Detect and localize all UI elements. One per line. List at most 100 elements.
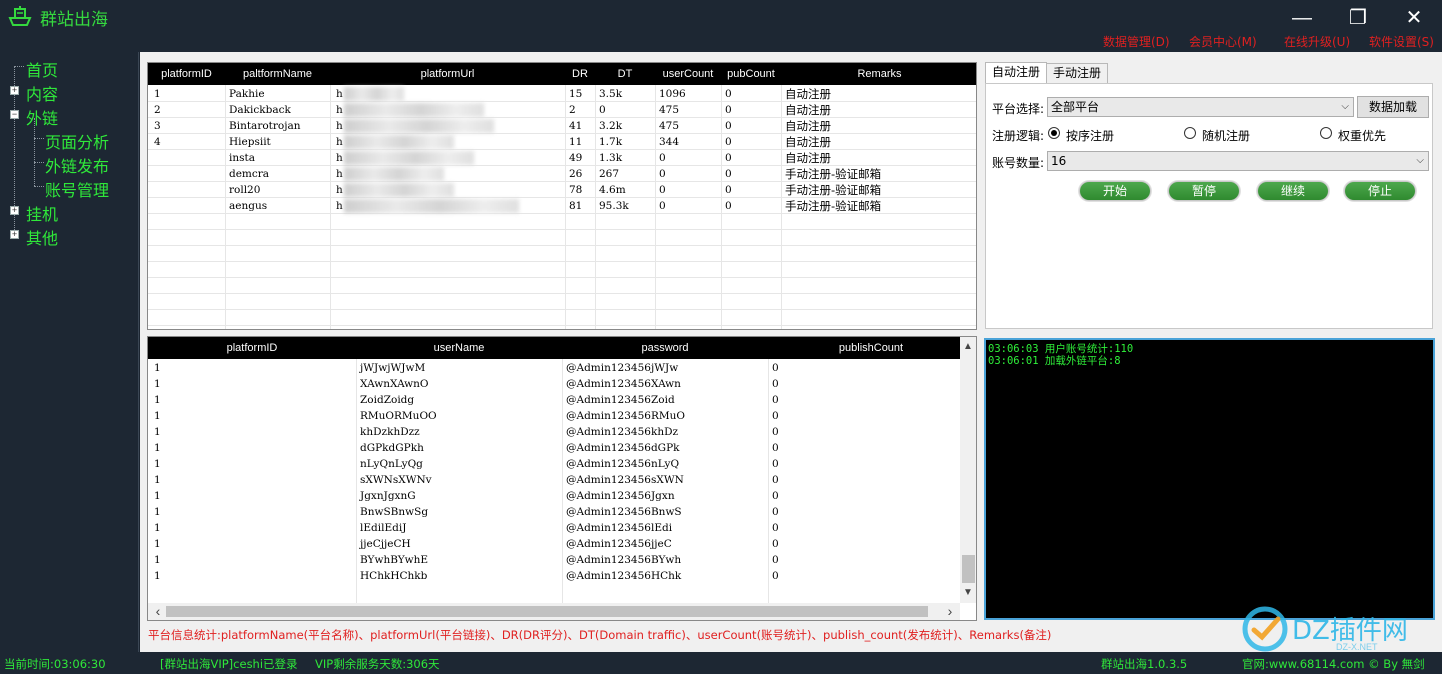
platform-cell-pub: 0: [725, 184, 732, 196]
platform-cell-dt: 95.3k: [599, 200, 629, 212]
menu-member-center[interactable]: 会员中心(M): [1189, 33, 1257, 50]
pause-button[interactable]: 暂停: [1168, 181, 1240, 201]
platform-cell-name: aengus: [229, 200, 268, 212]
platform-cell-pub: 0: [725, 200, 732, 212]
scroll-left-icon[interactable]: ‹: [150, 603, 166, 619]
account-cell-user: HChkHChkb: [360, 570, 428, 582]
platform-table[interactable]: platformID paltformName platformUrl DR D…: [147, 62, 977, 330]
minimize-button[interactable]: —: [1288, 6, 1316, 30]
grid-line: [148, 309, 976, 310]
tab-auto-register[interactable]: 自动注册: [985, 62, 1048, 84]
column-header[interactable]: userCount: [655, 63, 721, 85]
account-cell-count: 0: [772, 394, 779, 406]
redacted-url: [344, 135, 454, 149]
tab-manual-register[interactable]: 手动注册: [1046, 63, 1109, 84]
column-header[interactable]: paltformName: [225, 63, 330, 85]
column-header[interactable]: platformID: [148, 63, 225, 85]
scroll-down-icon[interactable]: ▼: [960, 585, 976, 601]
auto-register-panel: 平台选择: 全部平台 ⌵ 数据加载 注册逻辑: 按序注册 随机注册 权重优先 账…: [985, 83, 1433, 329]
account-count-value: 16: [1051, 154, 1067, 168]
expand-icon[interactable]: +: [10, 86, 19, 95]
account-cell-user: khDzkhDzz: [360, 426, 420, 438]
account-table[interactable]: platformID userName password publishCoun…: [147, 336, 977, 621]
column-header[interactable]: Remarks: [781, 63, 976, 85]
stop-button[interactable]: 停止: [1344, 181, 1416, 201]
column-header[interactable]: password: [562, 337, 768, 359]
account-cell-id: 1: [154, 394, 161, 406]
expand-icon[interactable]: +: [10, 230, 19, 239]
column-header[interactable]: platformUrl: [330, 63, 565, 85]
platform-select[interactable]: 全部平台 ⌵: [1047, 97, 1354, 117]
collapse-icon[interactable]: −: [10, 110, 19, 119]
grid-line: [148, 149, 976, 150]
platform-select-label: 平台选择:: [992, 102, 1045, 116]
data-load-button[interactable]: 数据加载: [1357, 96, 1429, 118]
sidebar-item-content[interactable]: 内容: [26, 81, 58, 105]
platform-cell-name: Pakhie: [229, 88, 265, 100]
menu-online-upgrade[interactable]: 在线升级(U): [1284, 33, 1350, 50]
vertical-scrollbar[interactable]: ▲ ▼: [960, 337, 976, 603]
platform-cell-url: h: [336, 136, 343, 148]
account-cell-count: 0: [772, 410, 779, 422]
grid-line: [148, 325, 976, 326]
chevron-down-icon: ⌵: [1416, 155, 1424, 166]
account-cell-id: 1: [154, 490, 161, 502]
ship-logo-icon: [8, 6, 32, 26]
radio-sequential[interactable]: [1048, 127, 1060, 139]
radio-weight-priority-label[interactable]: 权重优先: [1338, 127, 1386, 144]
column-header[interactable]: userName: [356, 337, 562, 359]
platform-cell-users: 344: [659, 136, 680, 148]
scroll-up-icon[interactable]: ▲: [960, 339, 976, 355]
menu-data-manage[interactable]: 数据管理(D): [1103, 33, 1170, 50]
radio-weight-priority[interactable]: [1320, 127, 1332, 139]
account-cell-user: XAwnXAwnO: [360, 378, 429, 390]
account-cell-count: 0: [772, 458, 779, 470]
sidebar-item-account-manage[interactable]: 账号管理: [45, 177, 109, 201]
redacted-url: [344, 183, 454, 197]
column-header[interactable]: platformID: [148, 337, 356, 359]
platform-cell-name: Hiepsiit: [229, 136, 271, 148]
radio-random-label[interactable]: 随机注册: [1202, 127, 1250, 144]
website-link[interactable]: 官网:www.68114.com © By 無剑: [1242, 656, 1425, 672]
column-header[interactable]: publishCount: [768, 337, 974, 359]
platform-cell-dr: 26: [569, 168, 583, 180]
platform-cell-users: 0: [659, 184, 666, 196]
column-header[interactable]: DR: [565, 63, 595, 85]
start-button[interactable]: 开始: [1079, 181, 1151, 201]
account-cell-id: 1: [154, 410, 161, 422]
redacted-url: [344, 151, 474, 165]
radio-sequential-label[interactable]: 按序注册: [1066, 127, 1114, 144]
platform-select-value: 全部平台: [1051, 100, 1100, 114]
horizontal-scrollbar[interactable]: ‹ ›: [148, 603, 960, 620]
sidebar-item-other[interactable]: 其他: [26, 225, 58, 249]
account-count-label: 账号数量:: [992, 156, 1045, 170]
app-window: 群站出海 — ❐ ✕ 数据管理(D) 会员中心(M) 在线升级(U) 软件设置(…: [0, 0, 1442, 674]
column-header[interactable]: DT: [595, 63, 655, 85]
sidebar-item-link-publish[interactable]: 外链发布: [45, 153, 109, 177]
maximize-button[interactable]: ❐: [1344, 6, 1372, 30]
scroll-thumb[interactable]: [962, 555, 975, 583]
sidebar-item-page-analysis[interactable]: 页面分析: [45, 129, 109, 153]
platform-cell-remarks: 手动注册-验证邮箱: [785, 183, 882, 197]
sidebar-item-hangup[interactable]: 挂机: [26, 201, 58, 225]
scroll-thumb[interactable]: [166, 606, 928, 617]
column-header[interactable]: pubCount: [721, 63, 781, 85]
account-cell-count: 0: [772, 426, 779, 438]
platform-cell-dt: 0: [599, 104, 606, 116]
log-console[interactable]: 03:06:03 用户账号统计:110 03:06:01 加载外链平台:8: [984, 338, 1435, 620]
account-count-select[interactable]: 16 ⌵: [1047, 151, 1429, 171]
platform-cell-dt: 3.2k: [599, 120, 623, 132]
close-button[interactable]: ✕: [1400, 6, 1428, 30]
sidebar-item-backlinks[interactable]: 外链: [26, 105, 58, 129]
sidebar-item-home[interactable]: 首页: [26, 57, 58, 81]
scroll-right-icon[interactable]: ›: [942, 603, 958, 619]
radio-random[interactable]: [1184, 127, 1196, 139]
redacted-url: [344, 103, 484, 117]
menu-software-settings[interactable]: 软件设置(S): [1369, 33, 1434, 50]
resume-button[interactable]: 继续: [1257, 181, 1329, 201]
expand-icon[interactable]: +: [10, 206, 19, 215]
account-cell-pass: @Admin123456khDz: [566, 426, 679, 438]
platform-cell-pub: 0: [725, 168, 732, 180]
account-cell-id: 1: [154, 554, 161, 566]
platform-cell-dr: 49: [569, 152, 583, 164]
